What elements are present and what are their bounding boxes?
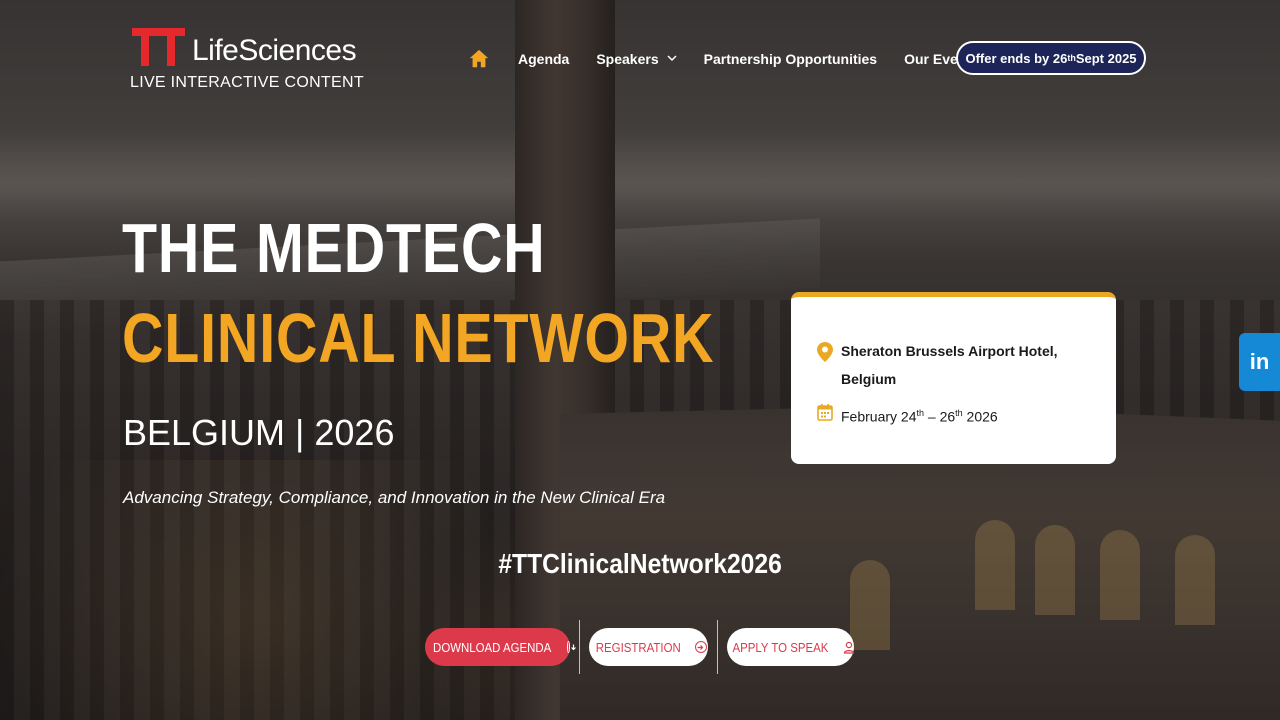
calendar-icon [817, 403, 833, 423]
date-start: February 24 [841, 408, 917, 425]
cta-divider [717, 620, 718, 674]
apply-to-speak-button[interactable]: APPLY TO SPEAK [727, 628, 855, 666]
venue-line1: Sheraton Brussels Airport Hotel, [841, 343, 1058, 359]
venue-line2: Belgium [841, 371, 897, 387]
event-hashtag: #TTClinicalNetwork2026 [0, 548, 1280, 580]
brand-tagline: LIVE INTERACTIVE CONTENT [130, 74, 364, 91]
hero-title-line1: THE MEDTECH [122, 209, 546, 287]
download-agenda-button[interactable]: DOWNLOAD AGENDA [425, 628, 576, 666]
nav-item-partnership[interactable]: Partnership Opportunities [704, 51, 877, 67]
apply-to-speak-label: APPLY TO SPEAK [732, 639, 829, 655]
date-end-sup: th [955, 408, 963, 418]
main-nav: Agenda Speakers Partnership Opportunitie… [468, 40, 1006, 78]
hero-subtitle: BELGIUM | 2026 [123, 412, 395, 453]
venue-row: Sheraton Brussels Airport Hotel, Belgium [817, 337, 1058, 393]
hashtag-text: #TTClinicalNetwork2026 [498, 548, 782, 579]
offer-suffix: Sept 2025 [1075, 50, 1137, 66]
event-dates: February 24th – 26th 2026 [841, 403, 998, 427]
date-year: 2026 [962, 408, 998, 425]
brand-logo[interactable]: LifeSciences LIVE INTERACTIVE CONTENT [130, 28, 364, 94]
nav-item-label: Agenda [518, 51, 570, 67]
offer-prefix: Offer ends by 26 [965, 50, 1068, 66]
nav-item-agenda[interactable]: Agenda [518, 51, 569, 67]
date-sep: – 26 [924, 408, 956, 425]
arrow-circle-icon [694, 641, 707, 653]
offer-sup: th [1067, 53, 1076, 63]
chevron-down-icon [667, 54, 677, 65]
download-circle-icon [567, 641, 576, 653]
brand-name: LifeSciences [192, 34, 357, 67]
download-agenda-label: DOWNLOAD AGENDA [433, 639, 552, 655]
nav-item-speakers[interactable]: Speakers [596, 51, 677, 67]
offer-button[interactable]: Offer ends by 26th Sept 2025 [956, 41, 1146, 75]
registration-label: REGISTRATION [596, 639, 681, 655]
date-row: February 24th – 26th 2026 [817, 403, 998, 427]
nav-item-label: Speakers [596, 51, 659, 67]
location-pin-icon [817, 342, 833, 362]
hero-title-line2: CLINICAL NETWORK [122, 299, 715, 377]
nav-item-label: Partnership Opportunities [703, 51, 878, 67]
date-start-sup: th [916, 408, 924, 418]
linkedin-icon[interactable]: in [1239, 333, 1280, 391]
hero-tagline: Advancing Strategy, Compliance, and Inno… [123, 488, 666, 507]
registration-button[interactable]: REGISTRATION [589, 628, 708, 666]
linkedin-label: in [1249, 349, 1270, 374]
home-icon[interactable] [468, 48, 490, 70]
user-icon [843, 641, 855, 654]
event-info-card: Sheraton Brussels Airport Hotel, Belgium… [791, 292, 1116, 464]
cta-divider [579, 620, 580, 674]
tt-logo-icon [130, 28, 188, 68]
